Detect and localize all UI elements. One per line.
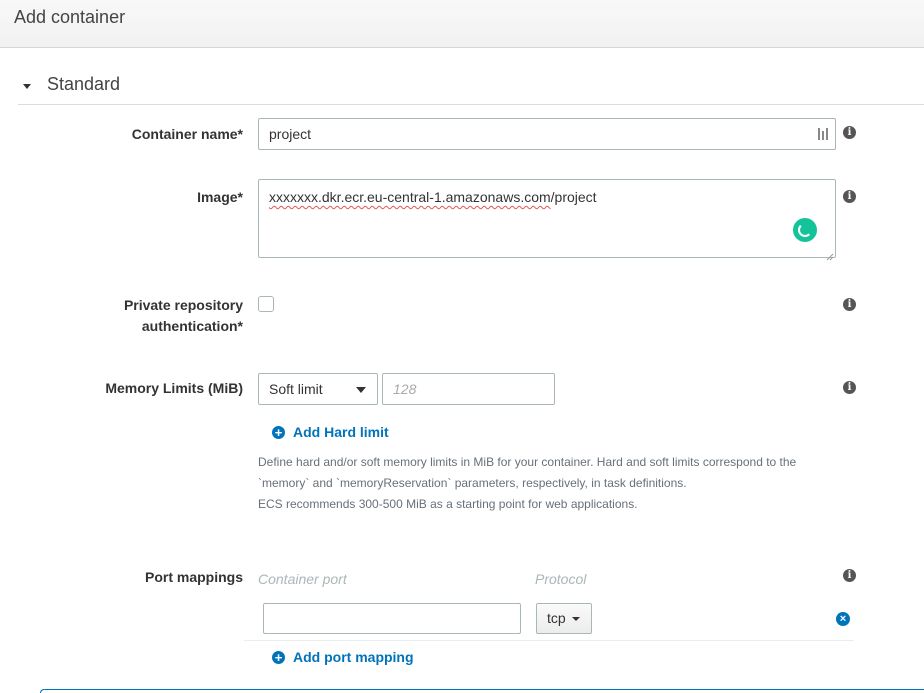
add-port-mapping-link[interactable]: + Add port mapping (272, 649, 414, 665)
port-mapping-row-divider (244, 640, 854, 641)
grammar-check-icon[interactable] (793, 218, 817, 242)
private-repo-auth-label-line2: authentication* (141, 318, 243, 334)
section-divider (18, 104, 924, 105)
image-value-repo: /project (550, 189, 597, 205)
modal-header: Add container (0, 0, 924, 48)
help-line: `memory` and `memoryReservation` paramet… (258, 476, 687, 490)
caret-down-icon (572, 617, 580, 621)
image-value: xxxxxxx.dkr.ecr.eu-central-1.amazonaws.c… (269, 189, 597, 205)
plus-circle-icon: + (272, 650, 285, 664)
info-icon[interactable]: i (843, 569, 856, 582)
caret-down-icon[interactable] (21, 80, 33, 92)
private-repo-auth-label-line1: Private repository (123, 297, 243, 313)
help-line: ECS recommends 300-500 MiB as a starting… (258, 497, 638, 511)
info-icon[interactable]: i (843, 190, 856, 203)
memory-limit-type-select[interactable]: Soft limit (258, 373, 378, 405)
memory-limits-help-text: Define hard and/or soft memory limits in… (258, 452, 818, 515)
info-icon[interactable]: i (843, 126, 856, 139)
container-port-column-header: Container port (258, 571, 347, 587)
private-repo-auth-checkbox[interactable] (258, 296, 274, 312)
input-keyboard-icon[interactable] (818, 126, 830, 142)
add-hard-limit-link[interactable]: + Add Hard limit (272, 424, 389, 440)
protocol-value: tcp (547, 610, 566, 626)
info-icon[interactable]: i (843, 381, 856, 394)
container-name-input[interactable] (258, 118, 836, 150)
section-title-standard[interactable]: Standard (47, 74, 120, 95)
resize-grip-icon[interactable] (826, 248, 834, 261)
caret-down-icon (356, 387, 366, 393)
protocol-column-header: Protocol (535, 571, 587, 587)
modal-title: Add container (14, 7, 126, 27)
remove-circle-icon[interactable]: × (836, 612, 850, 626)
image-value-registry: xxxxxxx.dkr.ecr.eu-central-1.amazonaws.c… (269, 189, 551, 205)
protocol-dropdown-button[interactable]: tcp (536, 603, 592, 634)
help-line: Define hard and/or soft memory limits in… (258, 455, 797, 469)
add-hard-limit-label: Add Hard limit (293, 424, 389, 440)
add-port-mapping-label: Add port mapping (293, 649, 414, 665)
image-label: Image* (197, 189, 243, 205)
image-textarea[interactable]: xxxxxxx.dkr.ecr.eu-central-1.amazonaws.c… (258, 179, 836, 261)
memory-limit-type-value: Soft limit (269, 381, 323, 397)
private-repo-auth-label: Private repository authentication* (124, 295, 243, 337)
container-port-input[interactable] (263, 603, 521, 634)
info-icon[interactable]: i (843, 298, 856, 311)
next-section-edge (40, 689, 924, 693)
port-mappings-label: Port mappings (144, 569, 243, 585)
plus-circle-icon: + (272, 425, 285, 439)
memory-limit-input[interactable] (382, 373, 555, 405)
memory-limits-label: Memory Limits (MiB) (105, 380, 243, 396)
container-name-label: Container name* (131, 126, 243, 142)
